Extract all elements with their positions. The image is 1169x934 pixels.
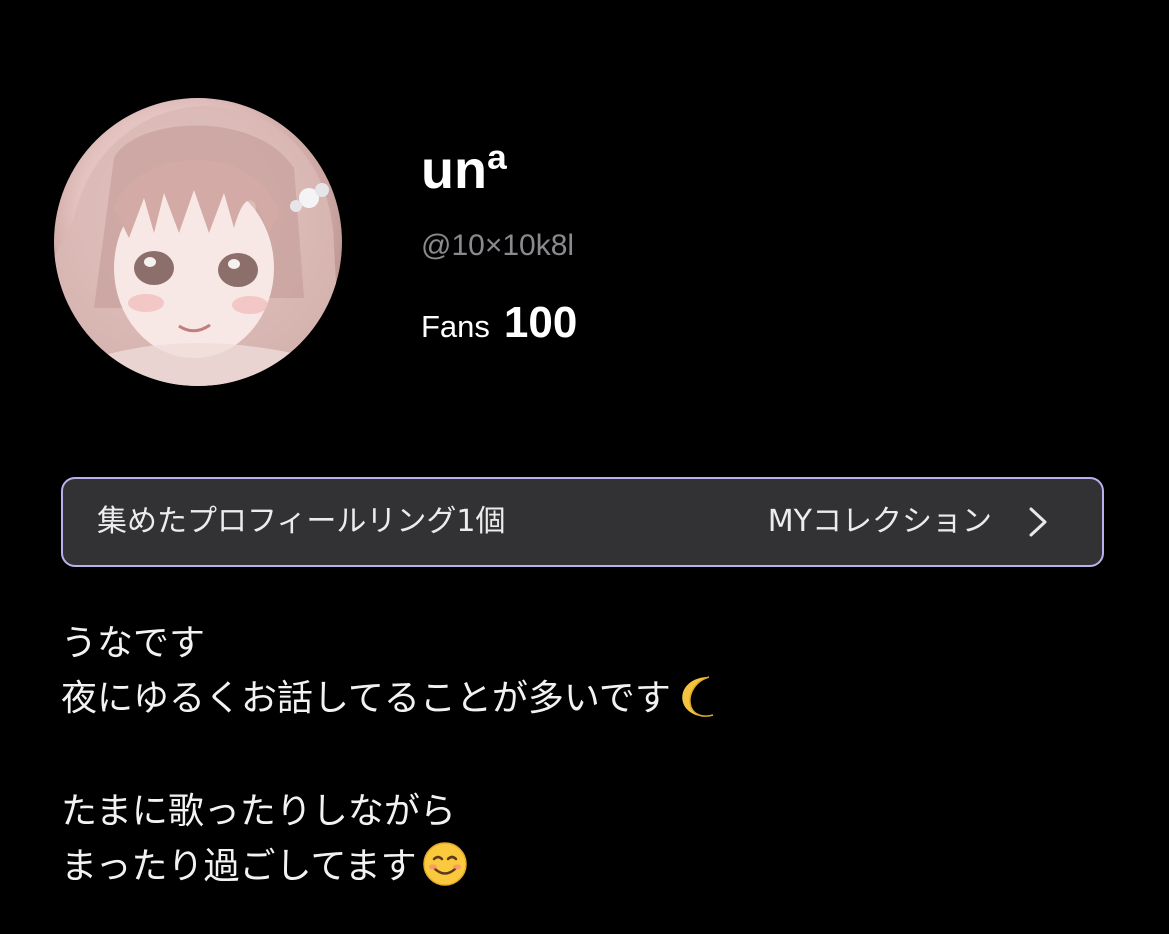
- bio-line: 夜にゆるくお話してることが多いです: [61, 671, 1121, 726]
- bio-spacer: [61, 726, 1121, 784]
- fans-stat[interactable]: Fans 100: [421, 298, 577, 350]
- fans-count: 100: [503, 298, 578, 347]
- crescent-moon-icon: [682, 676, 714, 717]
- bio-line: たまに歌ったりしながら: [61, 791, 456, 832]
- smiling-face-icon: [422, 842, 467, 886]
- my-collection-button[interactable]: 集めたプロフィールリング1個 MYコレクション: [61, 477, 1104, 567]
- fans-label: Fans: [421, 309, 490, 344]
- profile-bio: うなです 夜にゆるくお話してることが多いです たまに歌ったりしながら まったり過…: [61, 616, 1121, 894]
- user-handle: @10×10k8l: [421, 229, 575, 262]
- chevron-right-icon: [1029, 507, 1047, 537]
- bio-line: うなです: [61, 623, 206, 664]
- bio-line: まったり過ごしてます: [61, 839, 1121, 894]
- avatar[interactable]: [54, 98, 342, 386]
- my-collection-label: MYコレクション: [767, 504, 992, 539]
- avatar-anime-illustration: [54, 106, 342, 386]
- profile-ring-count: 集めたプロフィールリング1個: [97, 504, 506, 539]
- display-name: unª: [421, 140, 507, 200]
